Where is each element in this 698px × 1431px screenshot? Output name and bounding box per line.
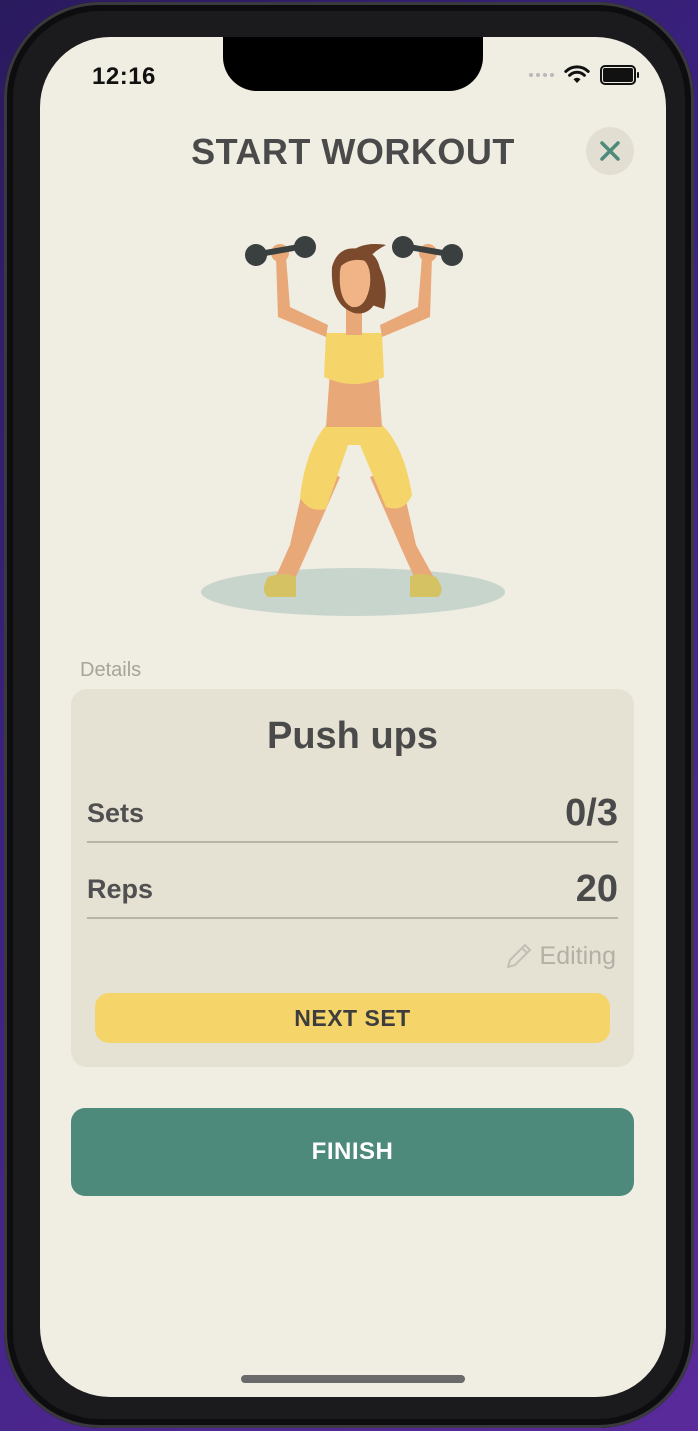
phone-frame: 12:16 START WORKOUT Details Push ups Set…	[4, 2, 694, 1428]
page-title: START WORKOUT	[191, 131, 515, 172]
close-icon	[600, 141, 620, 161]
sets-value: 0/3	[565, 791, 618, 834]
wifi-icon	[564, 65, 590, 83]
pencil-icon	[506, 944, 531, 968]
status-icons	[529, 65, 639, 85]
workout-illustration	[201, 236, 505, 616]
exercise-name: Push ups	[266, 715, 439, 757]
reps-label: Reps	[87, 873, 154, 904]
app-screen: 12:16 START WORKOUT Details Push ups Set…	[40, 37, 666, 1397]
battery-icon	[600, 65, 639, 85]
editing-label: Editing	[539, 941, 616, 970]
next-set-button[interactable]: NEXT SET	[95, 993, 610, 1043]
home-indicator[interactable]	[241, 1375, 465, 1383]
reps-row[interactable]: Reps 20	[87, 861, 618, 919]
details-section-label: Details	[80, 659, 142, 681]
exercise-card: Push ups Sets 0/3 Reps 20 Editing NEXT S…	[71, 689, 634, 1067]
reps-value[interactable]: 20	[576, 868, 618, 911]
signal-icon	[529, 73, 554, 77]
sets-row: Sets 0/3	[87, 785, 618, 843]
notch	[223, 37, 483, 91]
finish-button[interactable]: FINISH	[71, 1108, 634, 1196]
close-button[interactable]	[586, 127, 634, 175]
status-time: 12:16	[92, 63, 156, 90]
sets-label: Sets	[87, 797, 145, 828]
editing-toggle[interactable]: Editing	[504, 941, 616, 971]
